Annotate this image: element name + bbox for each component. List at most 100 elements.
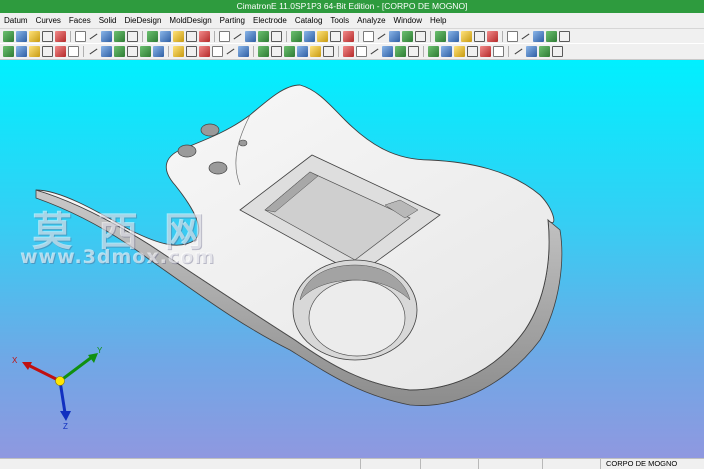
layer-icon[interactable] <box>147 30 158 42</box>
chamfer-icon[interactable] <box>356 46 367 57</box>
ucs-icon[interactable] <box>402 30 413 42</box>
fillet-icon[interactable] <box>343 46 354 57</box>
constraint-icon[interactable] <box>513 46 524 57</box>
axis-triad[interactable]: X Y Z <box>8 343 108 443</box>
rib-icon[interactable] <box>552 46 563 57</box>
show-icon[interactable] <box>533 30 544 42</box>
open-icon[interactable] <box>16 30 27 42</box>
graphics-viewport[interactable]: 莫 西 网 www.3dmox.com X Y Z <box>0 60 704 458</box>
toolbar-separator <box>502 30 503 42</box>
grid-icon[interactable] <box>415 30 426 42</box>
arc-icon[interactable] <box>343 30 354 42</box>
redo-icon[interactable] <box>55 30 66 42</box>
boolean-icon[interactable] <box>395 46 406 57</box>
sweep-icon[interactable] <box>29 46 40 57</box>
menu-curves[interactable]: Curves <box>32 13 65 28</box>
dimension-icon[interactable] <box>212 46 223 57</box>
hide-icon[interactable] <box>520 31 531 42</box>
zoom-icon[interactable] <box>75 30 86 42</box>
curvature-icon[interactable] <box>304 30 315 42</box>
menu-parting[interactable]: Parting <box>216 13 249 28</box>
color-icon[interactable] <box>160 30 171 42</box>
blend-icon[interactable] <box>467 46 478 57</box>
rotate-icon[interactable] <box>101 30 112 42</box>
revolve-icon[interactable] <box>297 46 308 57</box>
split-icon[interactable] <box>127 46 138 57</box>
menu-datum[interactable]: Datum <box>0 13 32 28</box>
rib-icon[interactable] <box>271 46 282 57</box>
menu-bar: Datum Curves Faces Solid DieDesign MoldD… <box>0 13 704 28</box>
shade-icon[interactable] <box>114 30 125 42</box>
shell-icon[interactable] <box>369 46 380 57</box>
section-icon[interactable] <box>258 30 269 42</box>
copy-icon[interactable] <box>461 30 472 42</box>
menu-tools[interactable]: Tools <box>326 13 353 28</box>
dimension-icon[interactable] <box>493 46 504 57</box>
trim-icon[interactable] <box>153 46 164 57</box>
extend-icon[interactable] <box>454 46 465 57</box>
spline-icon[interactable] <box>363 30 374 42</box>
sketch-icon[interactable] <box>480 46 491 57</box>
scale-icon[interactable] <box>487 30 498 42</box>
toolbar-separator <box>168 46 169 57</box>
boolean-icon[interactable] <box>114 46 125 57</box>
offset-icon[interactable] <box>428 46 439 57</box>
draft-icon[interactable] <box>291 30 302 42</box>
sweep-icon[interactable] <box>310 46 321 57</box>
menu-window[interactable]: Window <box>390 13 426 28</box>
save-icon[interactable] <box>29 30 40 42</box>
snap-icon[interactable] <box>435 30 446 42</box>
move-icon[interactable] <box>474 30 485 42</box>
menu-solid[interactable]: Solid <box>95 13 121 28</box>
trim-icon[interactable] <box>441 46 452 57</box>
line-icon[interactable] <box>330 30 341 42</box>
draft-solid-icon[interactable] <box>382 46 393 57</box>
menu-electrode[interactable]: Electrode <box>249 13 291 28</box>
pattern-icon[interactable] <box>526 46 537 57</box>
filter-icon[interactable] <box>186 30 197 42</box>
new-icon[interactable] <box>3 30 14 42</box>
axis-icon[interactable] <box>389 30 400 42</box>
menu-faces[interactable]: Faces <box>65 13 95 28</box>
extend-icon[interactable] <box>173 46 184 57</box>
plane-icon[interactable] <box>376 31 387 42</box>
extrude-icon[interactable] <box>284 46 295 57</box>
group-icon[interactable] <box>546 30 557 42</box>
revolve-icon[interactable] <box>16 46 27 57</box>
menu-catalog[interactable]: Catalog <box>291 13 327 28</box>
shell-icon[interactable] <box>88 46 99 57</box>
display-icon[interactable] <box>232 31 243 42</box>
pattern-icon[interactable] <box>238 46 249 57</box>
sketch-icon[interactable] <box>199 46 210 57</box>
light-icon[interactable] <box>173 30 184 42</box>
select-icon[interactable] <box>199 30 210 42</box>
menu-help[interactable]: Help <box>426 13 450 28</box>
chamfer-icon[interactable] <box>68 46 79 57</box>
undo-icon[interactable] <box>42 30 53 42</box>
z-axis-arrow <box>58 380 67 414</box>
loft-icon[interactable] <box>42 46 53 57</box>
menu-diedesign[interactable]: DieDesign <box>121 13 166 28</box>
fillet-icon[interactable] <box>55 46 66 57</box>
point-icon[interactable] <box>317 30 328 42</box>
delete-icon[interactable] <box>507 30 518 42</box>
view-icon[interactable] <box>245 30 256 42</box>
offset-icon[interactable] <box>140 46 151 57</box>
blend-icon[interactable] <box>186 46 197 57</box>
hole-icon[interactable] <box>539 46 550 57</box>
wireframe-icon[interactable] <box>127 30 138 42</box>
hole-icon[interactable] <box>258 46 269 57</box>
toolbar-separator <box>423 46 424 57</box>
extrude-icon[interactable] <box>3 46 14 57</box>
mirror-icon[interactable] <box>448 30 459 42</box>
loft-icon[interactable] <box>323 46 334 57</box>
measure-icon[interactable] <box>271 30 282 42</box>
render-icon[interactable] <box>219 30 230 42</box>
menu-analyze[interactable]: Analyze <box>353 13 389 28</box>
settings-icon[interactable] <box>559 30 570 42</box>
pan-icon[interactable] <box>88 31 99 42</box>
split-icon[interactable] <box>408 46 419 57</box>
constraint-icon[interactable] <box>225 46 236 57</box>
menu-molddesign[interactable]: MoldDesign <box>165 13 215 28</box>
draft-solid-icon[interactable] <box>101 46 112 57</box>
